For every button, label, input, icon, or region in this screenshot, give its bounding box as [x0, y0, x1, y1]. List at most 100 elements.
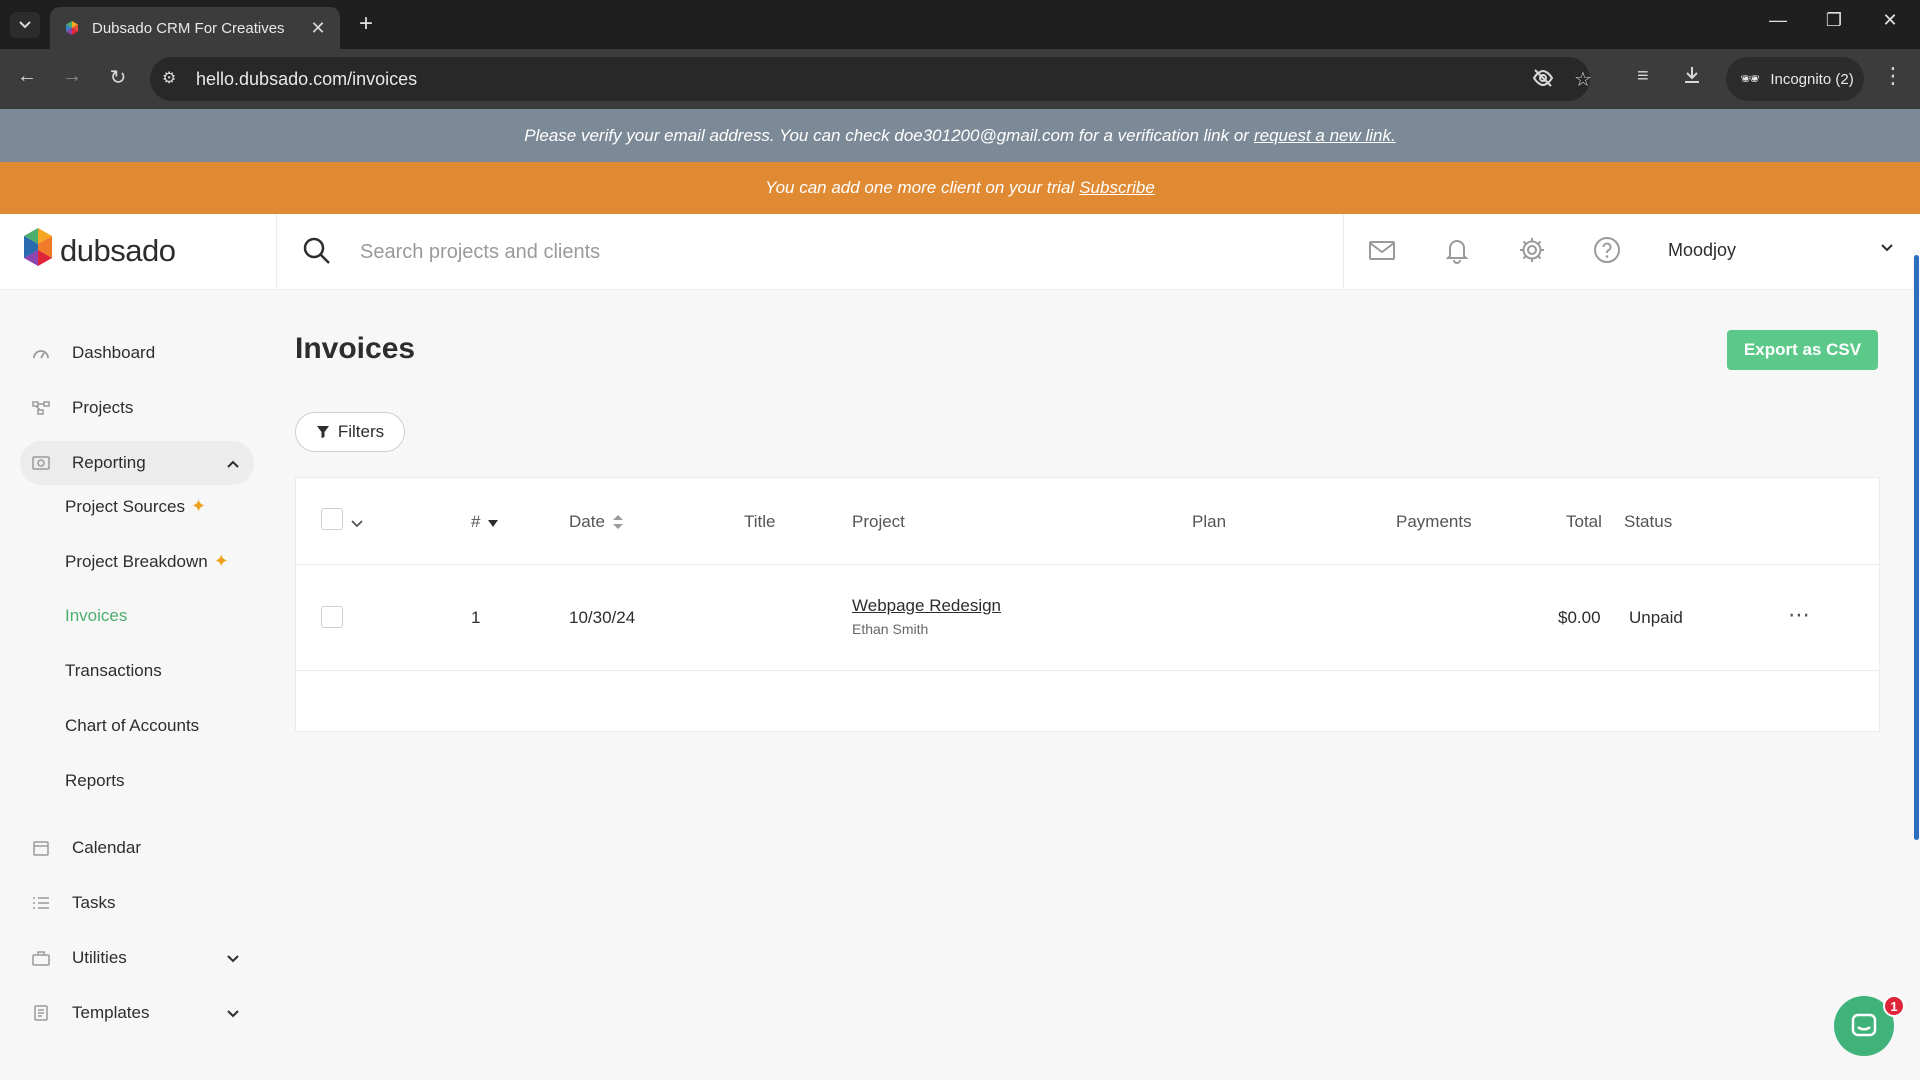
project-link[interactable]: Webpage Redesign [852, 596, 1001, 616]
sidebar-item-label: Reporting [72, 453, 146, 472]
site-info-icon[interactable]: ⚙ [162, 68, 176, 88]
client-name: Ethan Smith [852, 621, 929, 637]
sort-desc-icon [488, 520, 499, 527]
page-title: Invoices [295, 332, 416, 365]
browser-tab[interactable]: Dubsado CRM For Creatives ✕ [50, 7, 340, 49]
sidebar-item-projects[interactable]: Projects [20, 386, 254, 430]
column-header-project[interactable]: Project [852, 512, 905, 532]
templates-icon [32, 1005, 54, 1021]
gear-icon[interactable] [1518, 236, 1546, 269]
account-name[interactable]: Moodjoy [1668, 240, 1736, 261]
sidebar-item-dashboard[interactable]: Dashboard [20, 331, 254, 375]
tab-title: Dubsado CRM For Creatives [92, 19, 285, 37]
verify-text: Please verify your email address. You ca… [524, 125, 1249, 145]
sidebar-sub-project-sources[interactable]: Project Sources ✦ [65, 496, 206, 517]
incognito-indicator[interactable]: 🕶 Incognito (2) [1726, 57, 1864, 101]
url-text[interactable]: hello.dubsado.com/invoices [196, 69, 417, 90]
chevron-down-icon[interactable] [1880, 240, 1894, 258]
new-tab-button[interactable]: + [352, 12, 380, 36]
bell-icon[interactable] [1443, 236, 1471, 269]
sidebar-item-templates[interactable]: Templates [20, 991, 254, 1035]
tracking-protection-icon[interactable] [1532, 67, 1554, 95]
filter-icon [316, 426, 329, 438]
invoice-total: $0.00 [1558, 608, 1601, 627]
header-divider [1343, 214, 1344, 290]
chevron-down-icon[interactable] [226, 949, 240, 969]
reporting-icon [32, 455, 54, 471]
incognito-label: Incognito (2) [1770, 70, 1854, 88]
select-options-chevron-icon[interactable] [351, 515, 363, 533]
sidebar-sub-chart-of-accounts[interactable]: Chart of Accounts [65, 716, 199, 736]
app-header: dubsado Moodjoy [0, 214, 1920, 290]
sidebar-item-label: Calendar [72, 838, 141, 857]
browser-tab-bar: Dubsado CRM For Creatives ✕ + — ❐ ✕ [0, 0, 1920, 49]
sidebar-sub-reports[interactable]: Reports [65, 771, 125, 791]
dubsado-logo[interactable]: dubsado [24, 228, 176, 274]
sidebar-sub-label: Project Sources [65, 496, 185, 516]
column-header-plan[interactable]: Plan [1192, 512, 1226, 532]
filters-label: Filters [337, 422, 385, 441]
download-icon[interactable] [1682, 65, 1702, 91]
verify-email-banner: Please verify your email address. You ca… [0, 109, 1920, 162]
close-window-button[interactable]: ✕ [1870, 10, 1910, 31]
sidebar-sub-project-breakdown[interactable]: Project Breakdown ✦ [65, 551, 229, 572]
mail-icon[interactable] [1368, 236, 1396, 269]
sidebar-item-reporting[interactable]: Reporting [20, 441, 254, 485]
row-checkbox[interactable] [321, 606, 343, 628]
tab-search-button[interactable] [10, 12, 40, 38]
trial-banner: You can add one more client on your tria… [0, 162, 1920, 214]
sidebar-sub-invoices[interactable]: Invoices [65, 606, 127, 626]
scrollbar-thumb[interactable] [1914, 255, 1919, 840]
sidebar-sub-label: Project Breakdown [65, 551, 208, 571]
sidebar-item-tasks[interactable]: Tasks [20, 881, 254, 925]
column-header-status[interactable]: Status [1624, 512, 1672, 532]
minimize-button[interactable]: — [1758, 10, 1798, 31]
trial-text: You can add one more client on your tria… [765, 178, 1075, 197]
sparkle-icon: ✦ [213, 551, 229, 571]
dashboard-icon [32, 345, 54, 361]
browser-toolbar: ← → ↻ ⚙ hello.dubsado.com/invoices ☆ ≡ 🕶… [0, 49, 1920, 109]
chevron-up-icon[interactable] [226, 454, 240, 474]
chat-icon [1851, 1013, 1877, 1037]
column-header-payments[interactable]: Payments [1396, 512, 1472, 532]
forward-button[interactable]: → [57, 65, 87, 88]
column-header-total[interactable]: Total [1566, 512, 1602, 532]
back-button[interactable]: ← [12, 65, 42, 88]
restore-button[interactable]: ❐ [1814, 10, 1854, 31]
search-icon[interactable] [302, 236, 332, 271]
bookmark-star-icon[interactable]: ☆ [1574, 67, 1592, 92]
utilities-icon [32, 950, 54, 966]
browser-menu-icon[interactable]: ⋮ [1882, 63, 1904, 89]
request-new-link[interactable]: request a new link. [1254, 126, 1396, 146]
reload-button[interactable]: ↻ [103, 65, 133, 90]
column-header-number[interactable]: # [471, 512, 499, 532]
help-icon[interactable] [1593, 236, 1621, 269]
column-header-date[interactable]: Date [569, 512, 623, 532]
subscribe-link[interactable]: Subscribe [1079, 178, 1155, 198]
row-actions-icon[interactable]: ⋯ [1788, 602, 1810, 628]
sidebar-sub-transactions[interactable]: Transactions [65, 661, 162, 681]
calendar-icon [32, 840, 54, 856]
sidebar-sub-label: Invoices [65, 606, 128, 625]
projects-icon [32, 400, 54, 416]
invoices-table: # Date Title Project Plan Payments Total… [295, 477, 1880, 732]
media-controls-icon[interactable]: ≡ [1637, 65, 1649, 88]
export-csv-button[interactable]: Export as CSV [1727, 330, 1878, 370]
sidebar-item-label: Dashboard [72, 343, 156, 362]
column-header-title[interactable]: Title [744, 512, 776, 532]
tab-close-icon[interactable]: ✕ [304, 18, 332, 39]
header-divider [296, 564, 1879, 565]
sidebar-item-label: Projects [72, 398, 134, 417]
chevron-down-icon[interactable] [226, 1004, 240, 1024]
chevron-down-icon [19, 21, 31, 29]
sidebar-sub-label: Reports [65, 771, 125, 790]
search-input[interactable] [360, 234, 1320, 270]
address-bar[interactable]: ⚙ hello.dubsado.com/invoices ☆ [150, 57, 1592, 101]
sort-both-icon [612, 515, 623, 529]
tasks-icon [32, 895, 54, 911]
sidebar-item-utilities[interactable]: Utilities [20, 936, 254, 980]
sidebar-sub-label: Transactions [65, 661, 162, 680]
filters-button[interactable]: Filters [295, 412, 405, 452]
select-all-checkbox[interactable] [321, 508, 343, 530]
sidebar-item-calendar[interactable]: Calendar [20, 826, 254, 870]
